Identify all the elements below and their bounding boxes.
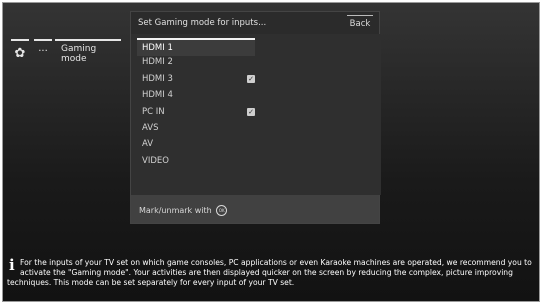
tv-screen: ✿ ··· Gaming mode Set Gaming mode for in… — [2, 2, 540, 302]
dialog-footer: Mark/unmark with OK — [131, 195, 379, 223]
info-text: For the inputs of your TV set on which g… — [7, 258, 532, 287]
checkbox-checked-icon[interactable]: ✓ — [247, 107, 255, 116]
gaming-mode-label: Gaming mode — [61, 44, 97, 64]
input-item-label: VIDEO — [142, 155, 169, 166]
input-item-av[interactable]: AV — [137, 136, 255, 152]
settings-gear-button[interactable]: ✿ — [11, 39, 29, 68]
footer-hint: Mark/unmark with OK — [139, 205, 228, 216]
input-item-video[interactable]: VIDEO — [137, 153, 255, 169]
input-item-label: HDMI 1 — [142, 43, 173, 53]
input-item-hdmi-1[interactable]: HDMI 1 — [137, 38, 255, 56]
input-list: HDMI 1 HDMI 2 HDMI 3 ✓ HDMI 4 PC IN ✓ AVS AV VIDE… — [131, 34, 381, 195]
input-item-hdmi-3[interactable]: HDMI 3 ✓ — [137, 71, 255, 87]
ok-button-icon: OK — [216, 205, 228, 216]
checkbox-checked-icon[interactable]: ✓ — [247, 74, 255, 83]
input-item-label: AV — [142, 139, 154, 150]
input-item-pc-in[interactable]: PC IN ✓ — [137, 104, 255, 120]
input-item-label: HDMI 3 — [142, 73, 173, 84]
gaming-mode-tab[interactable]: Gaming mode — [55, 39, 121, 66]
back-button[interactable]: Back — [347, 15, 373, 32]
gear-icon: ✿ — [14, 46, 26, 61]
more-button[interactable]: ··· — [34, 39, 52, 68]
input-item-label: HDMI 4 — [142, 90, 173, 101]
input-item-avs[interactable]: AVS — [137, 120, 255, 136]
more-icon: ··· — [38, 46, 48, 57]
dialog-title: Set Gaming mode for inputs... — [138, 18, 267, 28]
gaming-mode-dialog: Set Gaming mode for inputs... Back HDMI … — [130, 11, 381, 224]
input-item-label: HDMI 2 — [142, 57, 173, 68]
info-icon: i — [9, 256, 15, 274]
input-item-hdmi-2[interactable]: HDMI 2 — [137, 54, 255, 70]
input-item-label: PC IN — [142, 106, 165, 117]
input-item-hdmi-4[interactable]: HDMI 4 — [137, 87, 255, 103]
info-box: i For the inputs of your TV set on which… — [7, 258, 535, 288]
input-item-label: AVS — [142, 123, 159, 133]
dialog-header: Set Gaming mode for inputs... Back — [131, 12, 379, 34]
footer-hint-label: Mark/unmark with — [139, 206, 212, 215]
